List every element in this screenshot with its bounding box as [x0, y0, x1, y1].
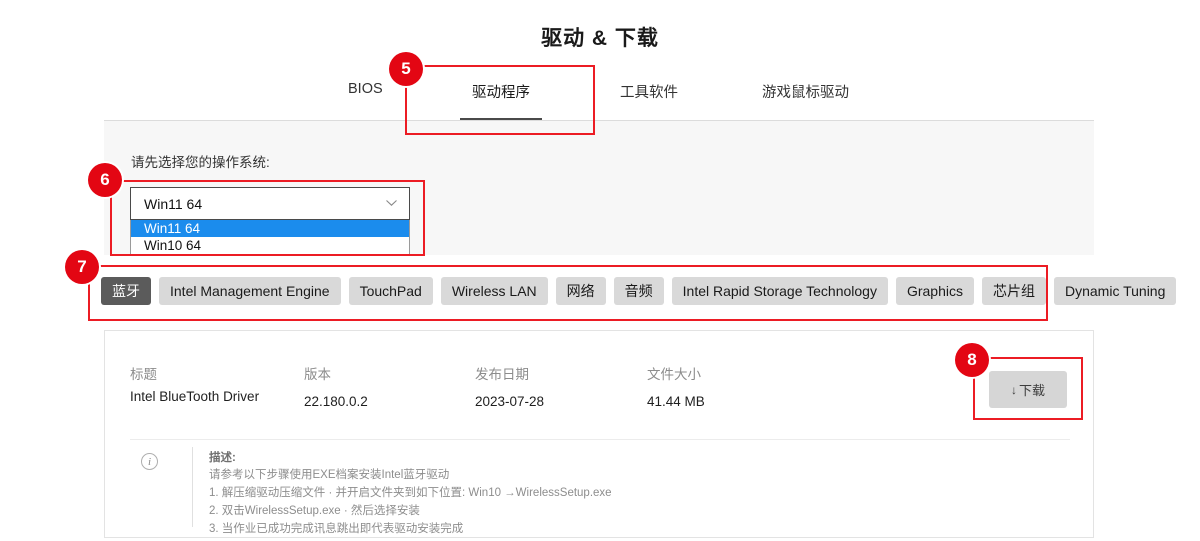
- tab-bar: BIOS 驱动程序 工具软件 游戏鼠标驱动: [104, 78, 1094, 121]
- description-step-2: 2. 双击WirelessSetup.exe · 然后选择安装: [209, 505, 1009, 518]
- chip-dynamic-tuning[interactable]: Dynamic Tuning: [1054, 277, 1176, 305]
- page-title: 驱动 & 下载: [0, 22, 1200, 52]
- description-heading: 描述:: [209, 449, 1009, 465]
- annotation-marker-7: 7: [65, 250, 99, 284]
- annotation-box-7: [88, 265, 1048, 321]
- column-header-size: 文件大小: [647, 363, 701, 383]
- cell-driver-title: Intel BlueTooth Driver: [130, 388, 280, 406]
- driver-result-card: 标题 版本 发布日期 文件大小 Intel BlueTooth Driver 2…: [104, 330, 1094, 538]
- cell-driver-size: 41.44 MB: [647, 394, 705, 409]
- card-divider: [130, 439, 1070, 440]
- description-intro: 请参考以下步骤使用EXE档案安装Intel蓝牙驱动: [209, 469, 1009, 482]
- info-circle-icon: i: [141, 453, 158, 470]
- tab-mouse[interactable]: 游戏鼠标驱动: [762, 81, 849, 114]
- column-header-title: 标题: [130, 363, 157, 383]
- annotation-marker-6: 6: [88, 163, 122, 197]
- description-rule: [192, 447, 193, 527]
- column-header-date: 发布日期: [475, 363, 529, 383]
- description-step-1: 1. 解压缩驱动压缩文件 · 并开启文件夹到如下位置: Win10 →Wirel…: [209, 487, 1009, 500]
- os-selector-label: 请先选择您的操作系统:: [131, 151, 270, 171]
- cell-driver-date: 2023-07-28: [475, 394, 544, 409]
- driver-download-page: 驱动 & 下载 BIOS 驱动程序 工具软件 游戏鼠标驱动 请先选择您的操作系统…: [0, 0, 1200, 538]
- annotation-box-8: [973, 357, 1083, 420]
- tab-tools[interactable]: 工具软件: [620, 81, 678, 114]
- tab-bios[interactable]: BIOS: [348, 81, 383, 109]
- description-block: 描述: 请参考以下步骤使用EXE档案安装Intel蓝牙驱动 1. 解压缩驱动压缩…: [209, 449, 1009, 541]
- annotation-box-5: [405, 65, 595, 135]
- column-header-version: 版本: [304, 363, 331, 383]
- annotation-box-6: [110, 180, 425, 256]
- annotation-marker-8: 8: [955, 343, 989, 377]
- cell-driver-version: 22.180.0.2: [304, 394, 368, 409]
- description-step-3: 3. 当作业已成功完成讯息跳出即代表驱动安装完成: [209, 523, 1009, 536]
- annotation-marker-5: 5: [389, 52, 423, 86]
